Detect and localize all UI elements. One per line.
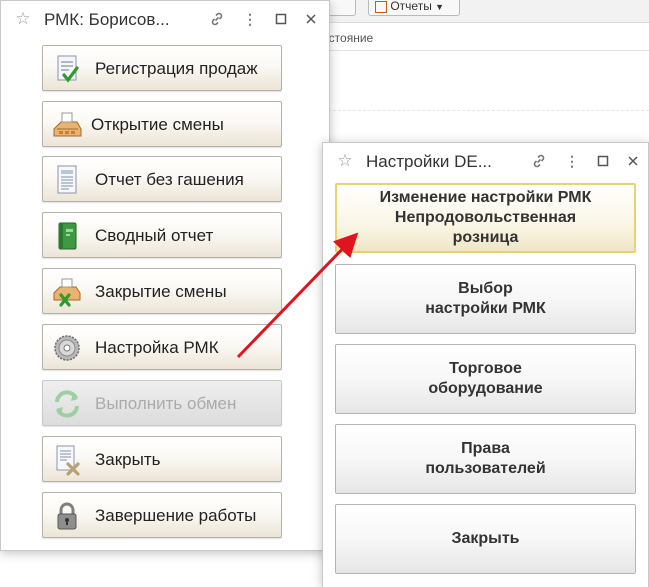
annotation-arrow xyxy=(236,232,359,359)
